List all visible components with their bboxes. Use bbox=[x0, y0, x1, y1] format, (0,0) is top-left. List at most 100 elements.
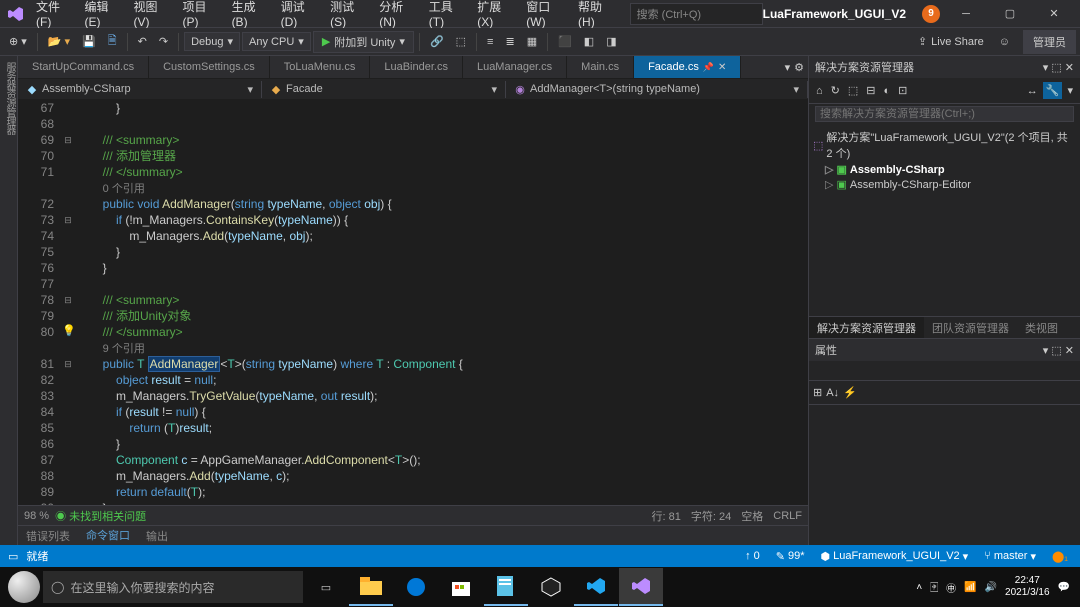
taskbar-edge-icon[interactable] bbox=[394, 568, 438, 606]
issues-indicator[interactable]: ◉ 未找到相关问题 bbox=[55, 508, 146, 524]
zoom-percent[interactable]: 98 % bbox=[24, 510, 49, 522]
main-area: 服务器资源管理器 StartUpCommand.csCustomSettings… bbox=[0, 56, 1080, 545]
taskbar-unity-icon[interactable] bbox=[529, 568, 573, 606]
tabs-overflow-icon[interactable]: ▾ bbox=[785, 61, 791, 74]
tb-icon-6[interactable]: ⬛ bbox=[553, 32, 577, 51]
fold-toggle bbox=[60, 500, 76, 505]
status-branch[interactable]: ⑂ master ▾ bbox=[980, 550, 1040, 563]
notification-badge[interactable]: 9 bbox=[922, 5, 940, 23]
tb-icon-3[interactable]: ≡ bbox=[482, 33, 498, 51]
tb-icon-1[interactable]: 🔗 bbox=[425, 32, 449, 51]
platform-dropdown[interactable]: Any CPU ▾ bbox=[242, 32, 311, 51]
tray-notification-icon[interactable]: 💬 bbox=[1058, 582, 1070, 593]
status-upload[interactable]: ↑ 0 bbox=[741, 550, 764, 562]
panel-dropdown-icon[interactable]: ▾ ⬚ ✕ bbox=[1043, 344, 1074, 357]
categorize-icon[interactable]: ⊞ bbox=[813, 386, 822, 399]
task-view-icon[interactable]: ▭ bbox=[304, 568, 348, 606]
output-tab-2[interactable]: 输出 bbox=[138, 526, 176, 546]
fold-toggle[interactable]: ⊟ bbox=[60, 356, 76, 372]
tb-b-icon[interactable]: ⊟ bbox=[863, 82, 878, 99]
expand-icon[interactable]: ▷ bbox=[825, 178, 833, 191]
tray-wifi-icon[interactable]: 📶 bbox=[964, 582, 976, 593]
tb-f-icon[interactable]: ▾ bbox=[1064, 82, 1076, 99]
tb-c-icon[interactable]: ◐ bbox=[881, 83, 894, 99]
alpha-sort-icon[interactable]: A↓ bbox=[826, 387, 839, 399]
start-avatar-icon[interactable] bbox=[8, 571, 40, 603]
tab-Main.cs[interactable]: Main.cs bbox=[567, 56, 634, 78]
nav-back-button[interactable]: ⊕ ▾ bbox=[4, 32, 32, 51]
tray-ime2-icon[interactable]: ㊥ bbox=[946, 580, 956, 595]
live-share-button[interactable]: ⇪ Live Share bbox=[910, 32, 992, 51]
sync-icon[interactable]: ↻ bbox=[828, 82, 843, 99]
tb-icon-7[interactable]: ◧ bbox=[579, 32, 599, 51]
taskbar-notepad-icon[interactable] bbox=[484, 568, 528, 606]
taskbar-vscode-icon[interactable] bbox=[574, 568, 618, 606]
run-button[interactable]: ▶附加到 Unity ▾ bbox=[313, 31, 414, 53]
tray-chevron-icon[interactable]: ˄ bbox=[916, 582, 922, 593]
taskbar-search[interactable]: ◯ 在这里输入你要搜索的内容 bbox=[43, 571, 303, 603]
spaces-indicator[interactable]: 空格 bbox=[741, 508, 763, 524]
redo-button[interactable]: ↷ bbox=[154, 32, 173, 51]
right-tab-0[interactable]: 解决方案资源管理器 bbox=[809, 317, 924, 338]
open-button[interactable]: 📂 ▾ bbox=[43, 32, 75, 51]
undo-button[interactable]: ↶ bbox=[133, 32, 152, 51]
tb-e-icon[interactable]: ↔ bbox=[1024, 83, 1041, 99]
fold-toggle[interactable]: ⊟ bbox=[60, 212, 76, 228]
expand-icon[interactable]: ▷ bbox=[825, 163, 833, 176]
lightbulb-icon[interactable]: 💡 bbox=[62, 324, 76, 337]
status-project[interactable]: ⬢ LuaFramework_UGUI_V2 ▾ bbox=[817, 550, 973, 563]
tab-ToLuaMenu.cs[interactable]: ToLuaMenu.cs bbox=[270, 56, 371, 78]
tab-Facade.cs[interactable]: Facade.cs 📌 ✕ bbox=[634, 56, 741, 78]
tb-icon-8[interactable]: ◨ bbox=[601, 32, 621, 51]
nav-member-dropdown[interactable]: ◉ AddManager<T>(string typeName)▾ bbox=[506, 81, 808, 98]
status-changes[interactable]: ✎ 99* bbox=[772, 550, 809, 563]
right-tab-2[interactable]: 类视图 bbox=[1017, 317, 1066, 338]
taskbar-store-icon[interactable] bbox=[439, 568, 483, 606]
close-button[interactable]: ✕ bbox=[1036, 1, 1072, 27]
tb-a-icon[interactable]: ⬚ bbox=[845, 82, 861, 99]
project-assembly-csharp-editor[interactable]: ▷ ▣ Assembly-CSharp-Editor bbox=[809, 177, 1080, 192]
solution-search[interactable] bbox=[809, 104, 1080, 126]
save-button[interactable]: 💾 bbox=[77, 32, 101, 51]
tab-CustomSettings.cs[interactable]: CustomSettings.cs bbox=[149, 56, 270, 78]
configuration-dropdown[interactable]: Debug ▾ bbox=[184, 32, 240, 51]
output-tab-1[interactable]: 命令窗口 bbox=[78, 525, 138, 545]
tray-ime-icon[interactable]: 🀄︎ bbox=[930, 582, 938, 593]
tab-LuaManager.cs[interactable]: LuaManager.cs bbox=[463, 56, 567, 78]
tab-LuaBinder.cs[interactable]: LuaBinder.cs bbox=[370, 56, 463, 78]
right-tab-1[interactable]: 团队资源管理器 bbox=[924, 317, 1017, 338]
tab-StartUpCommand.cs[interactable]: StartUpCommand.cs bbox=[18, 56, 149, 78]
fold-toggle[interactable]: ⊟ bbox=[60, 292, 76, 308]
tabs-settings-icon[interactable]: ⚙ bbox=[794, 61, 804, 74]
taskbar-explorer-icon[interactable] bbox=[349, 568, 393, 606]
tb-icon-2[interactable]: ⬚ bbox=[451, 32, 471, 51]
tb-icon-4[interactable]: ≣ bbox=[500, 32, 519, 51]
properties-title: 属性 bbox=[815, 342, 837, 358]
panel-dropdown-icon[interactable]: ▾ ⬚ ✕ bbox=[1043, 61, 1074, 74]
nav-class-dropdown[interactable]: ◆ Facade▾ bbox=[262, 81, 506, 98]
tb-wrench-icon[interactable]: 🔧 bbox=[1043, 82, 1063, 99]
tb-icon-5[interactable]: ▦ bbox=[522, 32, 542, 51]
output-tab-0[interactable]: 错误列表 bbox=[18, 526, 78, 546]
solution-tree[interactable]: ⬚ 解决方案"LuaFramework_UGUI_V2"(2 个项目, 共 2 … bbox=[809, 126, 1080, 194]
events-icon[interactable]: ⚡ bbox=[843, 386, 857, 399]
maximize-button[interactable]: ▢ bbox=[992, 1, 1028, 27]
fold-toggle[interactable]: ⊟ bbox=[60, 132, 76, 148]
project-assembly-csharp[interactable]: ▷ ▣ Assembly-CSharp bbox=[809, 162, 1080, 177]
tray-volume-icon[interactable]: 🔊 bbox=[985, 582, 997, 593]
left-rail-server-explorer[interactable]: 服务器资源管理器 bbox=[0, 56, 18, 545]
code-editor[interactable]: 💡 67686970717273747576777879808182838485… bbox=[18, 100, 808, 505]
solution-search-input[interactable] bbox=[815, 106, 1074, 122]
feedback-icon[interactable]: ☺ bbox=[994, 33, 1015, 51]
taskbar-vs-icon[interactable] bbox=[619, 568, 663, 606]
taskbar-clock[interactable]: 22:472021/3/16 bbox=[1005, 575, 1050, 599]
global-search-input[interactable]: 搜索 (Ctrl+Q) bbox=[630, 3, 763, 25]
nav-assembly-dropdown[interactable]: ◆ Assembly-CSharp▾ bbox=[18, 81, 262, 98]
home-icon[interactable]: ⌂ bbox=[813, 83, 826, 99]
minimize-button[interactable]: ─ bbox=[948, 1, 984, 27]
tb-d-icon[interactable]: ⊡ bbox=[895, 82, 910, 99]
solution-root[interactable]: ⬚ 解决方案"LuaFramework_UGUI_V2"(2 个项目, 共 2 … bbox=[809, 128, 1080, 162]
lineending-indicator[interactable]: CRLF bbox=[773, 510, 802, 522]
save-all-button[interactable]: 🗎 bbox=[103, 29, 122, 54]
status-notify-icon[interactable]: ⬤₁ bbox=[1048, 550, 1072, 563]
